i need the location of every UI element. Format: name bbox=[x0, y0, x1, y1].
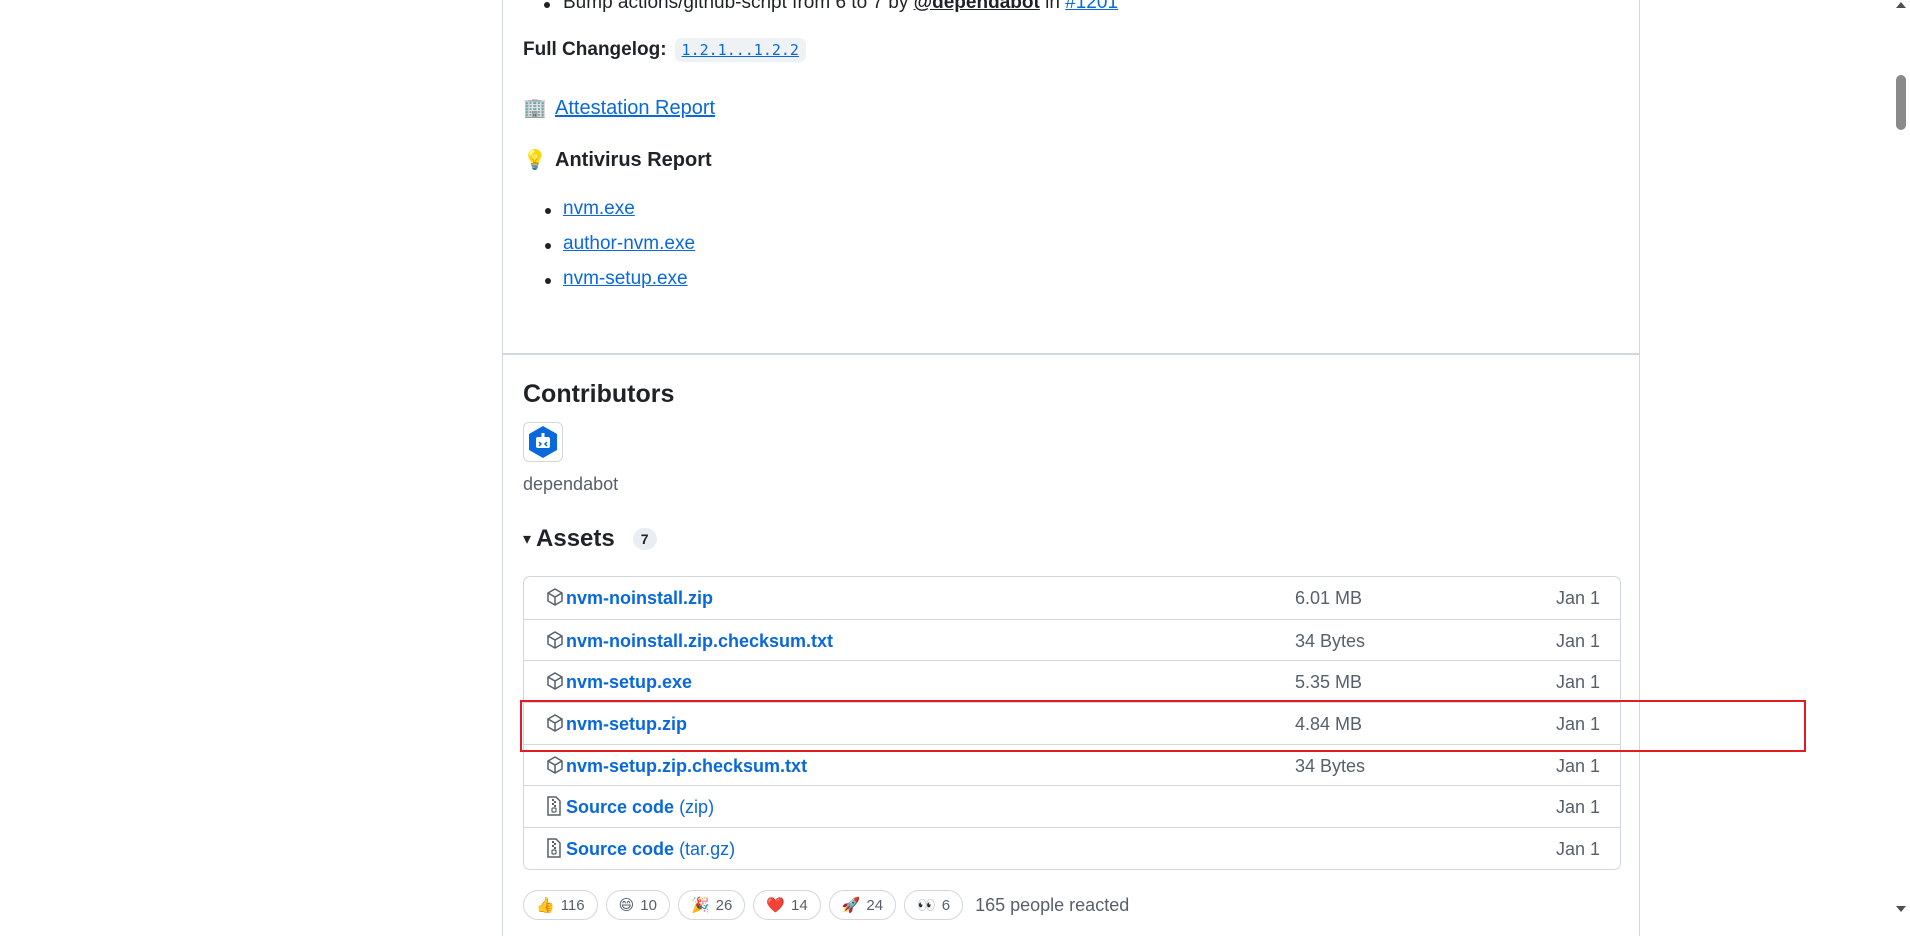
vertical-scrollbar[interactable] bbox=[1893, 0, 1910, 923]
table-row: nvm-setup.zip 4.84 MB Jan 1 bbox=[524, 702, 1620, 744]
file-zip-icon bbox=[546, 838, 564, 858]
asset-date: Jan 1 bbox=[1555, 714, 1600, 735]
changelog-compare-link[interactable]: 1.2.1...1.2.2 bbox=[674, 38, 806, 62]
reaction-button[interactable]: 🚀 24 bbox=[828, 890, 897, 920]
asset-size: 34 Bytes bbox=[1295, 755, 1366, 776]
reaction-count: 10 bbox=[640, 896, 657, 914]
reaction-emoji-icon: 🚀 bbox=[841, 897, 861, 914]
contributors-title: Contributors bbox=[523, 380, 675, 408]
table-row: Source code (zip) Jan 1 bbox=[524, 785, 1620, 827]
changelog-label: Full Changelog: bbox=[523, 39, 667, 60]
reaction-count: 14 bbox=[791, 896, 808, 914]
antivirus-link-author-nvm-exe[interactable]: author-nvm.exe bbox=[563, 233, 695, 255]
table-row: nvm-noinstall.zip 6.01 MB Jan 1 bbox=[524, 577, 1620, 619]
office-building-icon: 🏢 bbox=[523, 98, 547, 119]
asset-link[interactable]: Source code (tar.gz) bbox=[566, 839, 735, 860]
assets-list: nvm-noinstall.zip 6.01 MB Jan 1 nvm-noinsta… bbox=[523, 576, 1621, 870]
section-divider bbox=[502, 353, 1640, 355]
reaction-button[interactable]: ❤️ 14 bbox=[753, 890, 821, 920]
assets-title: Assets bbox=[536, 525, 615, 552]
reactions-summary: 165 people reacted bbox=[975, 894, 1130, 915]
table-row: nvm-setup.zip.checksum.txt 34 Bytes Jan 1 bbox=[524, 743, 1620, 786]
table-row: nvm-setup.exe 5.35 MB Jan 1 bbox=[524, 660, 1620, 702]
antivirus-report: 💡 Antivirus Report bbox=[523, 148, 712, 172]
scroll-down-arrow-icon[interactable] bbox=[1896, 906, 1906, 912]
reaction-emoji-icon: 👀 bbox=[917, 897, 936, 914]
reaction-count: 6 bbox=[941, 896, 951, 914]
assets-count-badge: 7 bbox=[632, 528, 657, 550]
package-icon bbox=[546, 755, 564, 775]
triangle-down-icon: ▾ bbox=[523, 531, 532, 548]
scroll-up-arrow-icon[interactable] bbox=[1896, 2, 1906, 8]
avatar[interactable] bbox=[523, 422, 563, 462]
bullet-dot bbox=[544, 2, 550, 8]
package-icon bbox=[546, 671, 564, 691]
light-bulb-icon: 💡 bbox=[523, 150, 547, 171]
asset-link[interactable]: nvm-noinstall.zip.checksum.txt bbox=[566, 631, 833, 652]
asset-link[interactable]: nvm-setup.exe bbox=[566, 672, 692, 693]
package-icon bbox=[546, 587, 564, 607]
reaction-button[interactable]: 🎉 26 bbox=[677, 890, 746, 920]
bullet-text: Bump actions/github-script from 6 to 7 b… bbox=[563, 0, 909, 13]
full-changelog: Full Changelog: 1.2.1...1.2.2 bbox=[523, 38, 806, 62]
antivirus-link-nvm-setup-exe[interactable]: nvm-setup.exe bbox=[563, 268, 688, 290]
asset-date: Jan 1 bbox=[1555, 797, 1600, 818]
mention-link[interactable]: @dependabot bbox=[914, 0, 1040, 13]
asset-size: 34 Bytes bbox=[1295, 630, 1366, 651]
asset-link[interactable]: nvm-noinstall.zip bbox=[566, 588, 713, 609]
antivirus-report-title: Antivirus Report bbox=[555, 148, 712, 171]
scrollbar-thumb[interactable] bbox=[1896, 75, 1906, 130]
reaction-button[interactable]: 👀 6 bbox=[904, 890, 964, 920]
reaction-count: 26 bbox=[715, 896, 733, 914]
contributor-name[interactable]: dependabot bbox=[523, 474, 618, 495]
reaction-emoji-icon: 😄 bbox=[618, 897, 635, 914]
asset-link[interactable]: nvm-setup.zip bbox=[566, 714, 687, 735]
asset-link[interactable]: Source code (zip) bbox=[566, 797, 714, 818]
table-row: Source code (tar.gz) Jan 1 bbox=[524, 827, 1620, 869]
reaction-count: 24 bbox=[866, 896, 884, 914]
dependabot-bot-icon bbox=[529, 426, 557, 458]
reaction-emoji-icon: ❤️ bbox=[766, 897, 785, 914]
file-zip-icon bbox=[546, 796, 564, 817]
table-row: nvm-noinstall.zip.checksum.txt 34 Bytes Ja… bbox=[524, 618, 1620, 661]
package-icon bbox=[546, 713, 564, 733]
reactions-bar: 👍 116 😄 10 🎉 26 ❤️ 14 🚀 24 👀 6 165 people reacted bbox=[523, 890, 1129, 920]
reaction-button[interactable]: 👍 116 bbox=[523, 890, 598, 920]
reaction-emoji-icon: 👍 bbox=[536, 897, 555, 914]
asset-size: 6.01 MB bbox=[1295, 588, 1363, 608]
asset-date: Jan 1 bbox=[1555, 588, 1600, 608]
asset-date: Jan 1 bbox=[1555, 839, 1600, 860]
attestation-report-link[interactable]: Attestation Report bbox=[555, 97, 715, 120]
reaction-emoji-icon: 🎉 bbox=[690, 897, 710, 914]
reaction-button[interactable]: 😄 10 bbox=[605, 890, 670, 920]
asset-link[interactable]: nvm-setup.zip.checksum.txt bbox=[566, 756, 807, 777]
asset-size: 5.35 MB bbox=[1295, 672, 1363, 693]
asset-date: Jan 1 bbox=[1555, 672, 1600, 693]
reaction-count: 116 bbox=[560, 896, 585, 914]
asset-size: 4.84 MB bbox=[1295, 714, 1363, 735]
package-icon bbox=[546, 630, 564, 650]
attestation-report: 🏢 Attestation Report bbox=[523, 96, 715, 120]
bullet-in: in bbox=[1045, 0, 1060, 13]
issue-link[interactable]: #1201 bbox=[1065, 0, 1118, 13]
antivirus-link-nvm-exe[interactable]: nvm.exe bbox=[563, 198, 635, 220]
assets-summary-toggle[interactable]: ▾ Assets 7 bbox=[523, 525, 657, 553]
asset-date: Jan 1 bbox=[1555, 630, 1600, 651]
asset-date: Jan 1 bbox=[1555, 755, 1600, 776]
